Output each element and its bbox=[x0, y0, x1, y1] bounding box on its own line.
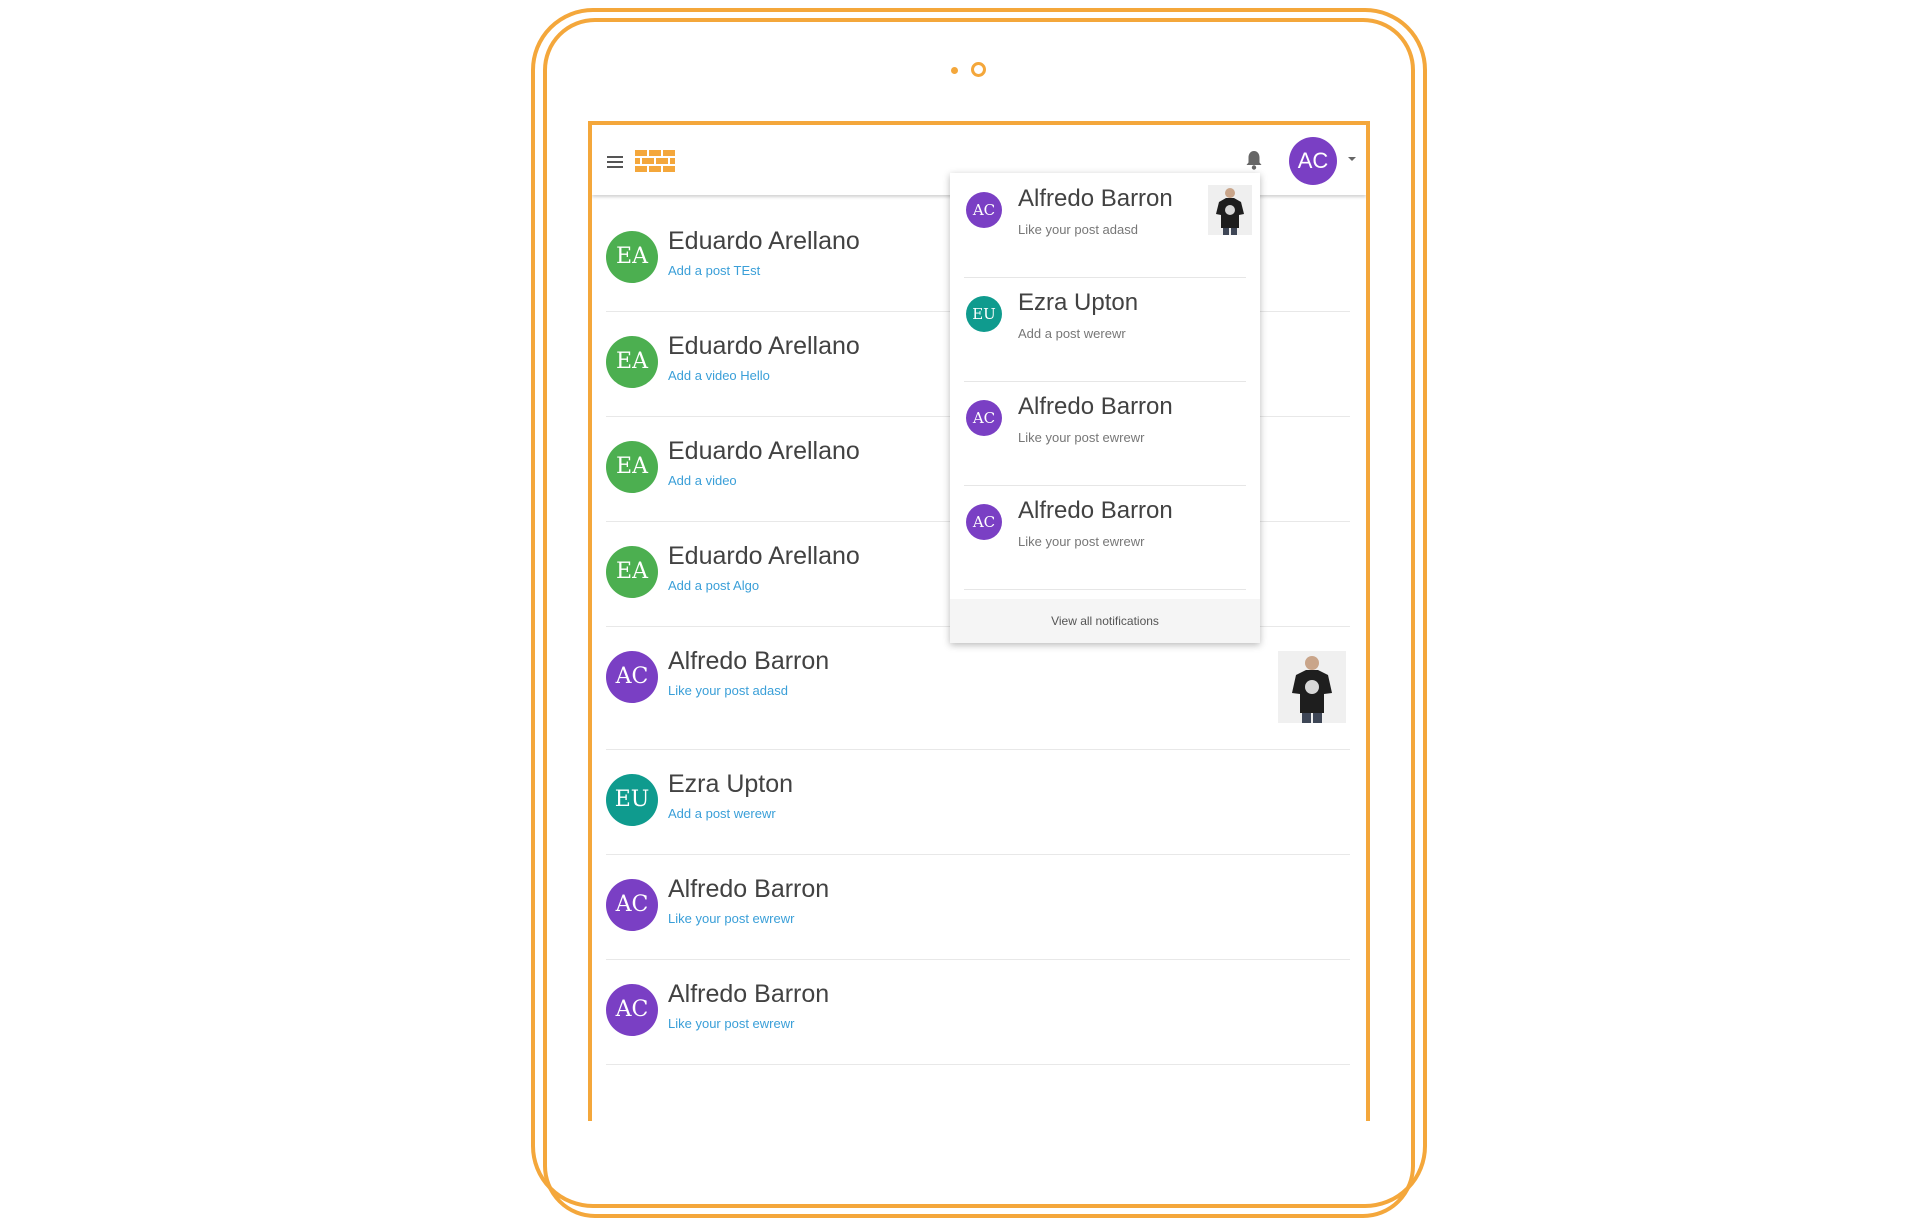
feed-item-name: Alfredo Barron bbox=[668, 875, 830, 903]
avatar: AC bbox=[966, 504, 1002, 540]
view-all-notifications-link[interactable]: View all notifications bbox=[950, 599, 1260, 643]
notification-item[interactable]: EU Ezra Upton Add a post werewr bbox=[964, 277, 1246, 382]
feed-item-action-link[interactable]: Like your post adasd bbox=[668, 683, 788, 698]
notification-action: Add a post werewr bbox=[1018, 326, 1126, 341]
avatar: EA bbox=[606, 231, 658, 283]
app-screen: AC EA Eduardo Arellano Add a post TEst EA Ed… bbox=[588, 121, 1370, 1121]
avatar: EU bbox=[966, 296, 1002, 332]
caret-down-icon[interactable] bbox=[1348, 157, 1356, 161]
feed-item-name: Eduardo Arellano bbox=[668, 227, 860, 255]
notification-name: Alfredo Barron bbox=[1018, 497, 1173, 524]
feed-item[interactable]: EU Ezra Upton Add a post werewr bbox=[606, 750, 1350, 855]
feed-item-action-link[interactable]: Add a video Hello bbox=[668, 368, 770, 383]
feed-item-name: Eduardo Arellano bbox=[668, 332, 860, 360]
feed-item-action-link[interactable]: Add a post TEst bbox=[668, 263, 760, 278]
avatar: EA bbox=[606, 441, 658, 493]
feed-item-action-link[interactable]: Add a video bbox=[668, 473, 737, 488]
avatar: AC bbox=[606, 651, 658, 703]
camera-dot-icon bbox=[951, 67, 958, 74]
tshirt-photo-thumbnail[interactable] bbox=[1278, 651, 1346, 723]
notification-item[interactable]: AC Alfredo Barron Like your post adasd bbox=[964, 173, 1252, 278]
feed-item[interactable]: AC Alfredo Barron Like your post ewrewr bbox=[606, 855, 1350, 960]
notification-item[interactable]: AC Alfredo Barron Like your post ewrewr bbox=[964, 485, 1246, 590]
avatar: AC bbox=[966, 400, 1002, 436]
notification-name: Ezra Upton bbox=[1018, 289, 1139, 316]
notification-action: Like your post ewrewr bbox=[1018, 534, 1145, 549]
feed-item-action-link[interactable]: Add a post Algo bbox=[668, 578, 759, 593]
notification-name: Alfredo Barron bbox=[1018, 185, 1173, 212]
feed-item[interactable]: AC Alfredo Barron Like your post ewrewr bbox=[606, 960, 1350, 1065]
notification-item[interactable]: AC Alfredo Barron Like your post ewrewr bbox=[964, 381, 1246, 486]
feed-item-action-link[interactable]: Like your post ewrewr bbox=[668, 1016, 794, 1031]
feed-item-action-link[interactable]: Like your post ewrewr bbox=[668, 911, 794, 926]
tshirt-photo-thumbnail bbox=[1208, 185, 1252, 235]
avatar: EU bbox=[606, 774, 658, 826]
notification-name: Alfredo Barron bbox=[1018, 393, 1173, 420]
feed-item-action-link[interactable]: Add a post werewr bbox=[668, 806, 776, 821]
feed-item[interactable]: AC Alfredo Barron Like your post adasd bbox=[606, 627, 1350, 750]
bell-icon[interactable] bbox=[1244, 149, 1264, 171]
avatar: AC bbox=[966, 192, 1002, 228]
camera-ring-icon bbox=[971, 62, 986, 77]
notifications-dropdown: View all notifications AC Alfredo Barron L… bbox=[950, 173, 1260, 643]
feed-item-name: Eduardo Arellano bbox=[668, 542, 860, 570]
feed-item-name: Ezra Upton bbox=[668, 770, 794, 798]
notification-action: Like your post adasd bbox=[1018, 222, 1138, 237]
avatar: EA bbox=[606, 336, 658, 388]
brick-logo-icon[interactable] bbox=[635, 150, 675, 172]
notification-action: Like your post ewrewr bbox=[1018, 430, 1145, 445]
avatar: AC bbox=[606, 984, 658, 1036]
avatar: AC bbox=[606, 879, 658, 931]
user-avatar[interactable]: AC bbox=[1289, 137, 1337, 185]
avatar: EA bbox=[606, 546, 658, 598]
feed-item-name: Eduardo Arellano bbox=[668, 437, 860, 465]
feed-item-name: Alfredo Barron bbox=[668, 647, 830, 675]
feed-item-name: Alfredo Barron bbox=[668, 980, 830, 1008]
menu-icon[interactable] bbox=[607, 156, 623, 168]
